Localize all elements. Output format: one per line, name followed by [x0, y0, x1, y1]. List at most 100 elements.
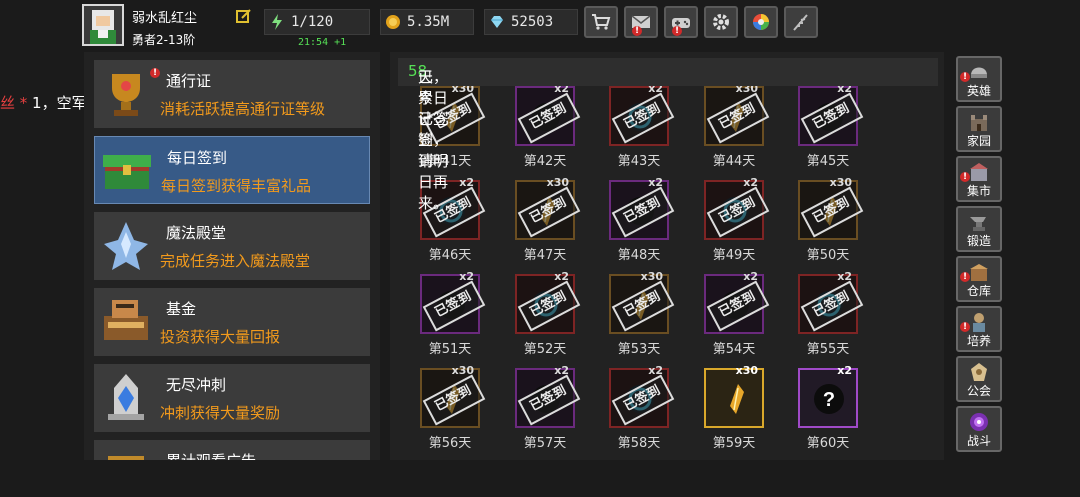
nav-button-market[interactable]: ! 集市 — [956, 156, 1002, 202]
player-rank: 勇者2-13阶 — [132, 33, 196, 47]
signin-day-cell[interactable]: x30 已签到 第56天 — [400, 364, 490, 460]
nav-label: 培养 — [966, 334, 991, 348]
reward-slot[interactable]: x2 已签到 — [798, 270, 864, 334]
signin-day-cell[interactable]: x30 第59天 — [684, 364, 774, 460]
day-label: 第52天 — [523, 342, 567, 357]
signin-day-cell[interactable]: x2 已签到 第42天 — [495, 82, 585, 178]
nav-button-portal[interactable]: 战斗 — [956, 406, 1002, 452]
day-label: 第48天 — [617, 248, 661, 263]
signin-day-cell[interactable]: ? x2 第60天 — [778, 364, 868, 460]
reward-slot[interactable]: x2 已签到 — [515, 270, 581, 334]
signin-day-cell[interactable]: x30 已签到 第44天 — [684, 82, 774, 178]
reward-slot[interactable]: x30 已签到 — [798, 176, 864, 240]
color-wheel-icon — [753, 14, 769, 30]
portal-icon — [970, 413, 988, 431]
signin-day-cell[interactable]: x30 已签到第47天 — [495, 176, 585, 272]
reward-slot[interactable]: x2 已签到 — [704, 270, 770, 334]
trophy-icon — [112, 74, 140, 116]
guild-icon — [971, 363, 987, 381]
nav-button-trainer[interactable]: ! 培养 — [956, 306, 1002, 352]
menu-item-daily-signin[interactable]: 每日签到 每日签到获得丰富礼品 — [94, 136, 370, 204]
signin-day-cell[interactable]: x2 已签到第48天 — [589, 176, 679, 272]
signin-day-cell[interactable]: x2 已签到第51天 — [400, 270, 490, 366]
nav-label: 家园 — [966, 134, 991, 148]
menu-item-magic-hall[interactable]: 魔法殿堂 完成任务进入魔法殿堂 — [94, 212, 370, 280]
menu-item-title: 每日签到 — [167, 149, 228, 167]
crystal-icon — [104, 222, 148, 270]
nav-alert-badge: ! — [960, 272, 970, 282]
reward-slot[interactable]: x30 已签到 — [704, 82, 770, 146]
color-button[interactable] — [744, 6, 778, 38]
gem-shrine-icon — [108, 374, 144, 420]
signin-day-cell[interactable]: x2 已签到第52天 — [495, 270, 585, 366]
reward-slot[interactable]: x2 已签到 — [609, 82, 675, 146]
menu-item-desc: 完成任务进入魔法殿堂 — [160, 252, 311, 270]
warehouse-icon — [970, 264, 988, 281]
game-center-button[interactable]: ! — [664, 6, 698, 38]
feather-button[interactable] — [784, 6, 818, 38]
menu-item-endless-sprint[interactable]: 无尽冲刺 冲刺获得大量奖励 — [94, 364, 370, 432]
menu-item-ad-reward[interactable]: 累计观看广告 — [94, 440, 370, 460]
signin-day-cell[interactable]: x2 已签到第57天 — [495, 364, 585, 460]
reward-slot[interactable]: x30 已签到 — [515, 176, 581, 240]
gem-value: 52503 — [511, 14, 554, 30]
day-label: 第41天 — [428, 154, 472, 169]
reward-quantity: x2 — [837, 364, 852, 377]
signin-grid: x30 已签到 第41天 x2 已签到 第42天 x2 已签到 第43天 x30 已签到 第44天 x2… — [390, 52, 944, 460]
day-label: 第54天 — [712, 342, 756, 357]
nav-alert-badge: ! — [960, 172, 970, 182]
signin-day-cell[interactable]: x2 已签到 第45天 — [778, 82, 868, 178]
mystery-reward-icon: ? — [814, 384, 844, 414]
daily-signin-panel: x30 已签到 第41天 x2 已签到 第42天 x2 已签到 第43天 x30 已签到 第44天 x2… — [390, 52, 944, 460]
reward-slot[interactable]: x2 已签到 — [420, 270, 486, 334]
menu-item-pass[interactable]: ! 通行证 消耗活跃提高通行证等级 — [94, 60, 370, 128]
helmet-icon — [971, 67, 987, 78]
right-nav: ! 英雄 家园! 集市 锻造! 仓库! 培养 公会 战斗 — [956, 56, 1004, 456]
menu-item-desc: 每日签到获得丰富礼品 — [161, 177, 312, 195]
shop-button[interactable] — [584, 6, 618, 38]
reward-slot[interactable]: x30 已签到 — [420, 364, 486, 428]
menu-item-fund[interactable]: 基金 投资获得大量回报 — [94, 288, 370, 356]
nav-alert-badge: ! — [960, 72, 970, 82]
nav-button-helmet[interactable]: ! 英雄 — [956, 56, 1002, 102]
gold-coin-icon — [386, 15, 400, 29]
day-label: 第49天 — [712, 248, 756, 263]
mail-button[interactable]: ! — [624, 6, 658, 38]
signin-day-cell[interactable]: x2 已签到 第43天 — [589, 82, 679, 178]
signin-day-cell[interactable]: x2 已签到 第55天 — [778, 270, 868, 366]
signin-day-cell[interactable]: x2 已签到 第58天 — [589, 364, 679, 460]
edit-name-icon[interactable] — [236, 8, 252, 24]
reward-slot[interactable]: x2 已签到 — [704, 176, 770, 240]
gold-value: 5.35M — [407, 14, 450, 30]
anvil-icon — [970, 217, 986, 231]
signin-day-cell[interactable]: x30 已签到 第50天 — [778, 176, 868, 272]
svg-text:?: ? — [823, 389, 835, 411]
nav-button-warehouse[interactable]: ! 仓库 — [956, 256, 1002, 302]
reward-slot[interactable]: ? x2 — [798, 364, 858, 428]
avatar[interactable] — [82, 4, 124, 46]
day-label: 第57天 — [523, 436, 567, 451]
reward-slot[interactable]: x2 已签到 — [609, 364, 675, 428]
signin-day-cell[interactable]: x30 已签到 第53天 — [589, 270, 679, 366]
nav-button-anvil[interactable]: 锻造 — [956, 206, 1002, 252]
nav-label: 公会 — [966, 384, 991, 398]
day-label: 第51天 — [428, 342, 472, 357]
signin-day-cell[interactable]: x2 已签到第54天 — [684, 270, 774, 366]
nav-label: 英雄 — [966, 84, 991, 98]
reward-slot[interactable]: x30 已签到 — [609, 270, 675, 334]
gold-counter: 5.35M — [380, 9, 474, 35]
nav-button-castle[interactable]: 家园 — [956, 106, 1002, 152]
day-label: 第59天 — [712, 436, 756, 451]
nav-label: 锻造 — [966, 234, 991, 248]
reward-slot[interactable]: x2 已签到 — [609, 176, 675, 240]
nav-button-guild[interactable]: 公会 — [956, 356, 1002, 402]
day-label: 第47天 — [523, 248, 567, 263]
reward-slot[interactable]: x2 已签到 — [515, 82, 581, 146]
signin-day-cell[interactable]: x2 已签到第49天 — [684, 176, 774, 272]
menu-item-title: 无尽冲刺 — [166, 376, 227, 394]
reward-slot[interactable]: x30 — [704, 364, 764, 428]
settings-button[interactable] — [704, 6, 738, 38]
reward-slot[interactable]: x2 已签到 — [515, 364, 581, 428]
reward-slot[interactable]: x2 已签到 — [798, 82, 864, 146]
nav-label: 仓库 — [966, 284, 991, 298]
